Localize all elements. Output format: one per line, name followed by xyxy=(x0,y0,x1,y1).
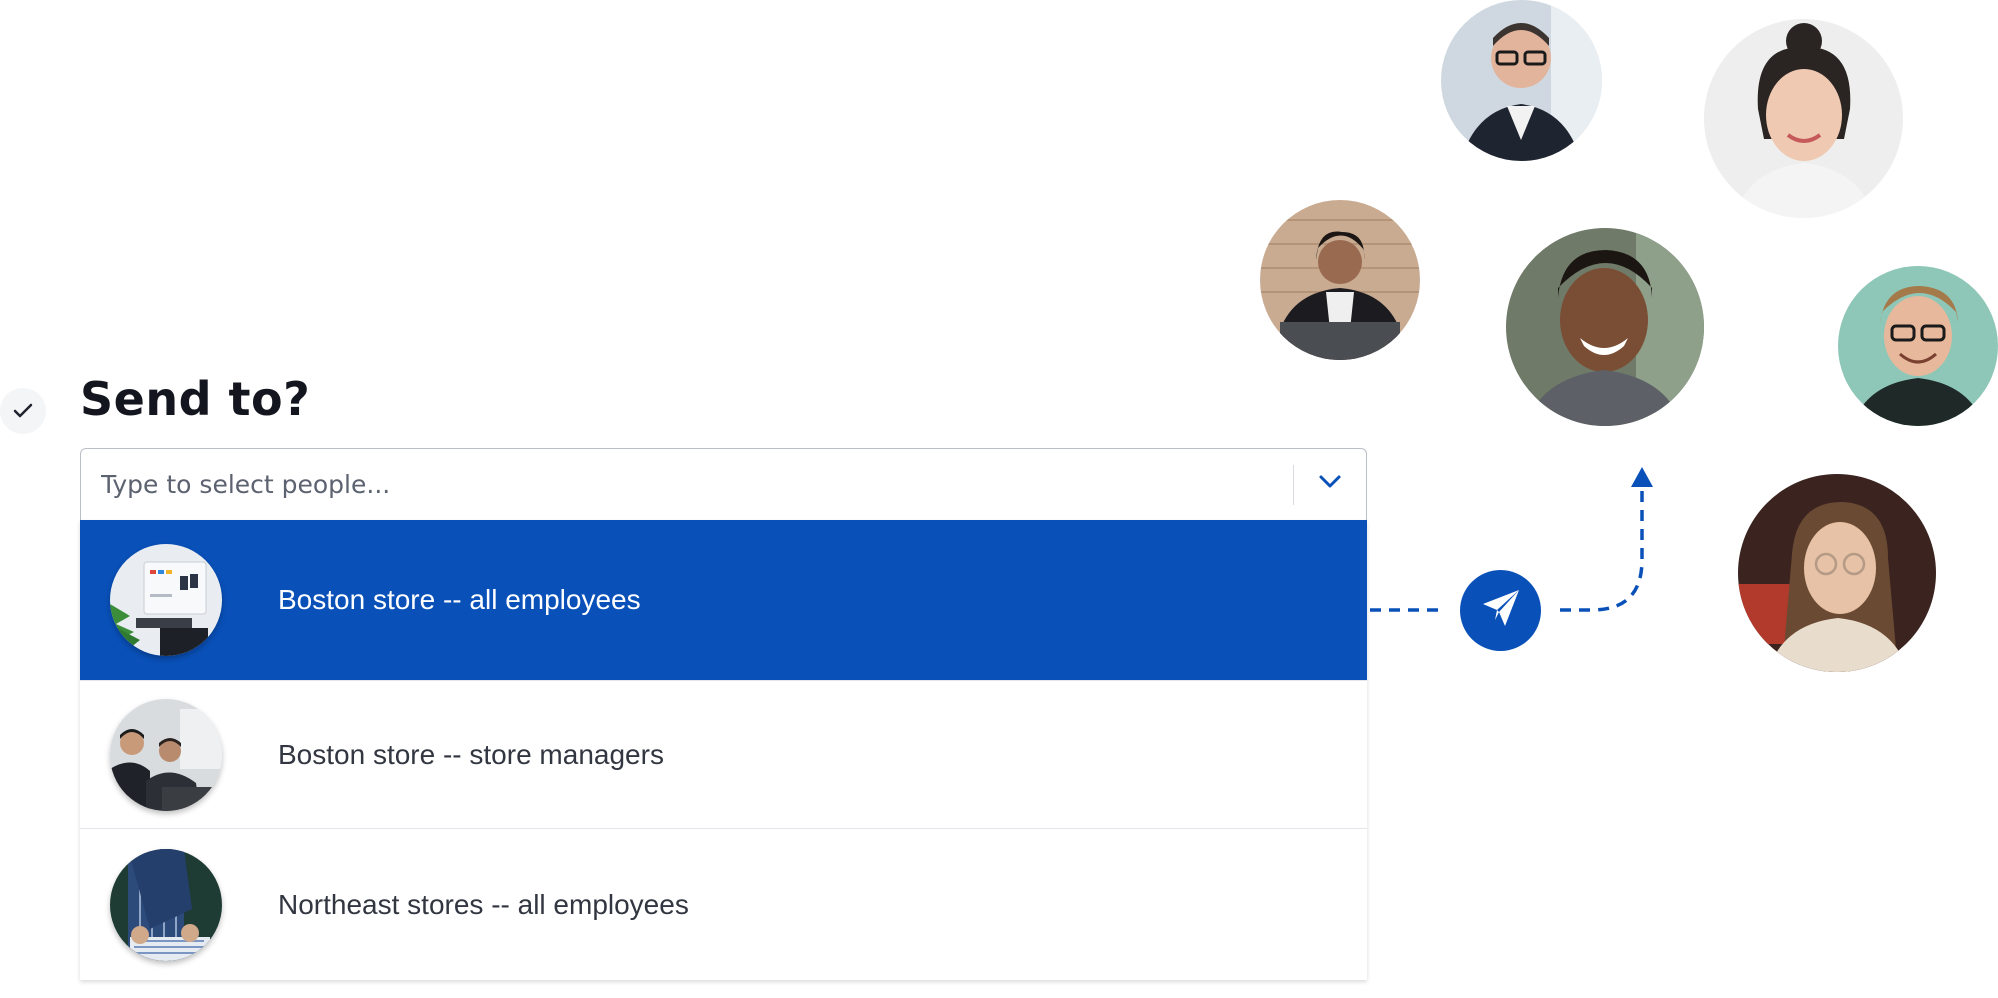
options-list: Boston store -- all employees Boston sto… xyxy=(80,520,1367,980)
option-boston-all-employees[interactable]: Boston store -- all employees xyxy=(80,520,1367,680)
arrowhead-icon xyxy=(1631,467,1653,487)
avatar xyxy=(1260,200,1420,360)
page-title: Send to? xyxy=(80,372,311,426)
option-northeast-all-employees[interactable]: Northeast stores -- all employees xyxy=(80,828,1367,980)
group-avatar xyxy=(110,698,222,811)
option-label: Boston store -- all employees xyxy=(278,584,641,615)
avatar xyxy=(1838,266,1998,426)
avatar xyxy=(1441,0,1602,161)
dashed-arrow-path xyxy=(1560,486,1644,612)
paper-plane-icon xyxy=(1479,586,1523,635)
group-avatar xyxy=(110,544,222,656)
send-button[interactable] xyxy=(1460,570,1541,651)
people-select[interactable] xyxy=(80,448,1367,520)
option-label: Northeast stores -- all employees xyxy=(278,888,689,920)
option-boston-store-managers[interactable]: Boston store -- store managers xyxy=(80,680,1367,828)
people-search-input[interactable] xyxy=(81,449,1293,520)
checkmark-icon xyxy=(0,388,46,434)
avatar xyxy=(1704,19,1903,218)
chevron-down-icon xyxy=(1318,474,1342,495)
avatar xyxy=(1506,228,1704,426)
avatar xyxy=(1738,474,1936,672)
option-label: Boston store -- store managers xyxy=(278,738,664,770)
dropdown-toggle-button[interactable] xyxy=(1294,449,1366,520)
group-avatar xyxy=(110,848,222,961)
